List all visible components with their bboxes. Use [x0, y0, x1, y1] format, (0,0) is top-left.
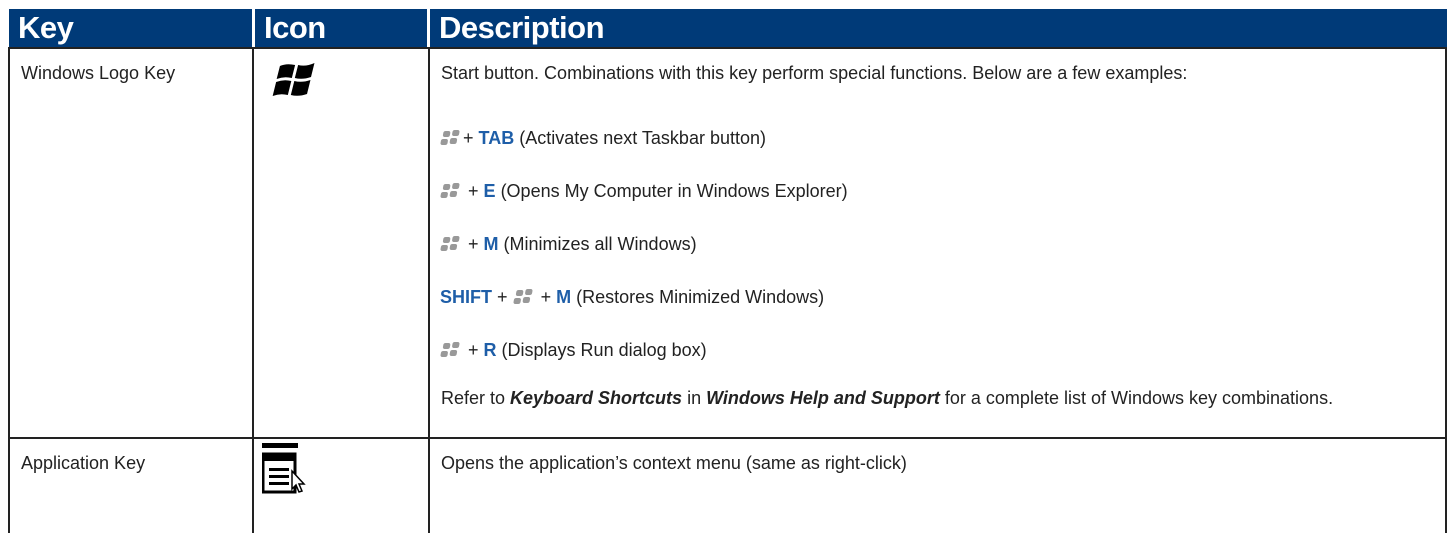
plus-sign: +: [468, 181, 479, 201]
combo-shift-win-m: SHIFT + + M (Restores Minimized Windows): [440, 284, 824, 310]
row-key-windows-logo: Windows Logo Key: [21, 63, 176, 83]
windows-logo-small-icon: [440, 342, 460, 357]
plus-sign: +: [468, 234, 479, 254]
plus-sign: +: [497, 287, 508, 307]
refer-text: for a complete list of Windows key combi…: [939, 388, 1334, 408]
header-description: Description: [430, 9, 1447, 47]
header-icon: Icon: [255, 9, 427, 47]
key-shift: SHIFT: [440, 287, 492, 307]
key-tab: TAB: [478, 128, 515, 148]
windows-logo-small-icon: [513, 289, 533, 304]
key-m: M: [483, 234, 499, 254]
grid-line-top: [8, 47, 1447, 49]
refer-text: Refer to: [441, 388, 511, 408]
application-key-icon: [262, 443, 306, 494]
key-e: E: [483, 181, 496, 201]
keyboard-keys-table: Key Icon Description Windows Logo Key St…: [0, 0, 1447, 533]
combo-win-m: + M (Minimizes all Windows): [440, 231, 697, 257]
combo-r-description: (Displays Run dialog box): [496, 340, 707, 360]
windows-help-support-reference: Windows Help and Support: [706, 388, 940, 408]
grid-line-row-divider: [8, 437, 1447, 439]
plus-sign: +: [468, 340, 479, 360]
combo-win-r: + R (Displays Run dialog box): [440, 337, 707, 363]
windows-logo-small-icon: [440, 130, 460, 145]
combo-m-description: (Minimizes all Windows): [498, 234, 697, 254]
windows-logo-small-icon: [440, 236, 460, 251]
grid-line-left: [8, 47, 10, 533]
windows-logo-small-icon: [440, 183, 460, 198]
windows-logo-icon: [272, 63, 315, 96]
row-key-application: Application Key: [21, 453, 146, 473]
combo-win-tab: + TAB (Activates next Taskbar button): [440, 125, 766, 151]
keyboard-shortcuts-reference: Keyboard Shortcuts: [510, 388, 683, 408]
grid-line-icon-desc: [428, 47, 430, 533]
combo-win-e: + E (Opens My Computer in Windows Explor…: [440, 178, 848, 204]
combo-shift-m-description: (Restores Minimized Windows): [571, 287, 825, 307]
plus-sign: +: [463, 128, 474, 148]
plus-sign: +: [540, 287, 552, 307]
header-key: Key: [9, 9, 252, 47]
grid-line-key-icon: [252, 47, 254, 533]
key-m: M: [556, 287, 572, 307]
key-r: R: [483, 340, 497, 360]
combo-e-description: (Opens My Computer in Windows Explorer): [495, 181, 848, 201]
refer-note: Refer to Keyboard Shortcuts in Windows H…: [441, 385, 1381, 411]
row-description-application: Opens the application’s context menu (sa…: [441, 453, 907, 473]
row-description-windows-intro: Start button. Combinations with this key…: [441, 63, 1188, 83]
refer-text: in: [682, 388, 707, 408]
combo-tab-description: (Activates next Taskbar button): [514, 128, 766, 148]
